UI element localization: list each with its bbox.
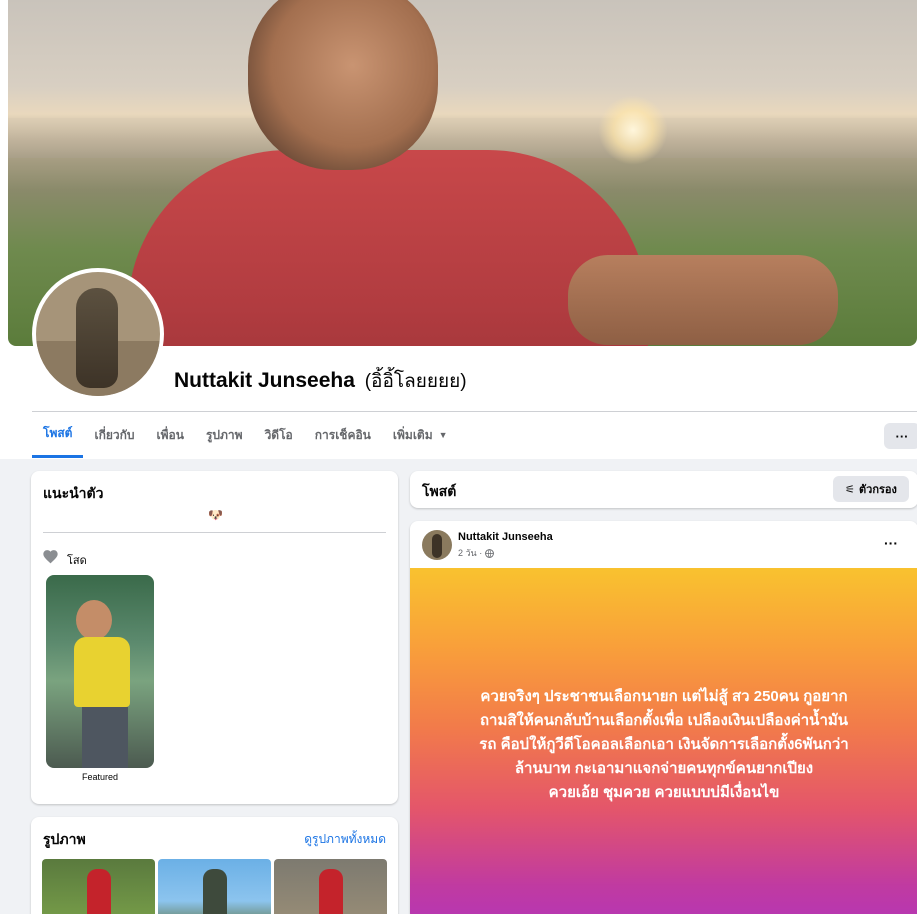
- tab-posts[interactable]: โพสต์: [32, 412, 84, 458]
- featured-label: Featured: [81, 772, 119, 782]
- tab-label: การเช็คอิน: [314, 427, 371, 442]
- profile-tabs: โพสต์ เกี่ยวกับ เพื่อน รูปภาพ วิดีโอ การ…: [32, 412, 459, 458]
- posts-title: โพสต์: [422, 483, 457, 499]
- post-author-avatar[interactable]: [422, 530, 452, 560]
- tab-label: วิดีโอ: [264, 427, 293, 442]
- photo-thumbnail[interactable]: [158, 859, 271, 914]
- relationship-status: โสด: [67, 555, 87, 567]
- featured-photo[interactable]: [46, 575, 154, 768]
- profile-header: Nuttakit Junseeha (อิ้อิ้โลยยยย) โพสต์ เ…: [0, 0, 917, 459]
- post-text-line: ควยจริงๆ ประชาชนเลือกนายก แต่ไม่สู้ สว 2…: [480, 688, 848, 705]
- post-meta: 2 วัน ·: [458, 546, 495, 560]
- post-text-line: ถามสิให้คนกลับบ้านเลือกตั้งเพื่อ เปลืองเ…: [479, 712, 849, 729]
- intro-divider: [43, 532, 386, 533]
- profile-more-button[interactable]: ···: [884, 423, 917, 449]
- filter-button[interactable]: ⚟ ตัวกรอง: [833, 476, 909, 502]
- avatar-dog: [432, 534, 442, 558]
- bio-emoji: 🐶: [208, 508, 223, 522]
- cover-sun: [598, 95, 668, 165]
- filter-label: ตัวกรอง: [859, 484, 897, 496]
- tab-friends[interactable]: เพื่อน: [146, 412, 195, 458]
- caret-down-icon: ▼: [438, 430, 448, 440]
- post-card: Nuttakit Junseeha 2 วัน · ··· ควยจริงๆ ป…: [410, 521, 917, 914]
- tab-label: เพิ่มเติม: [392, 427, 433, 442]
- photo-thumbnail[interactable]: [274, 859, 387, 914]
- post-text-line: รถ คือบ่ให้กูวีดีโอคอลเลือกเอา เงินจัดกา…: [479, 736, 849, 753]
- post-author-name[interactable]: Nuttakit Junseeha: [458, 531, 553, 543]
- featured-vest: [74, 637, 130, 707]
- photos-card: รูปภาพ ดูรูปภาพทั้งหมด: [31, 817, 398, 914]
- cover-person-arm: [568, 255, 838, 345]
- tab-videos[interactable]: วิดีโอ: [254, 412, 304, 458]
- filter-icon: ⚟: [845, 483, 855, 496]
- post-time[interactable]: 2 วัน ·: [458, 546, 482, 560]
- photo-thumbnail[interactable]: [42, 859, 155, 914]
- tab-more[interactable]: เพิ่มเติม ▼: [382, 412, 459, 458]
- intro-title: แนะนำตัว: [43, 485, 104, 501]
- thumb-figure: [203, 869, 227, 914]
- see-all-photos-link[interactable]: ดูรูปภาพทั้งหมด: [304, 830, 386, 849]
- avatar-dog: [76, 288, 118, 388]
- post-background-banner: ควยจริงๆ ประชาชนเลือกนายก แต่ไม่สู้ สว 2…: [410, 568, 917, 914]
- globe-icon: [485, 548, 495, 558]
- cover-person-head: [248, 0, 438, 170]
- featured-face: [76, 600, 112, 640]
- intro-card: แนะนำตัว 🐶 โสด Featured: [31, 471, 398, 804]
- tab-label: เพื่อน: [156, 427, 184, 442]
- profile-name: Nuttakit Junseeha (อิ้อิ้โลยยยย): [174, 366, 467, 396]
- profile-nickname: (อิ้อิ้โลยยยย): [364, 371, 467, 392]
- photos-title: รูปภาพ: [43, 831, 86, 847]
- tab-photos[interactable]: รูปภาพ: [195, 412, 254, 458]
- posts-header: โพสต์ ⚟ ตัวกรอง: [410, 471, 917, 508]
- post-text: ควยจริงๆ ประชาชนเลือกนายก แต่ไม่สู้ สว 2…: [424, 685, 904, 805]
- tab-label: รูปภาพ: [205, 427, 243, 442]
- featured-legs: [82, 707, 128, 768]
- thumb-figure: [319, 869, 343, 914]
- tab-label: เกี่ยวกับ: [94, 427, 135, 442]
- tab-about[interactable]: เกี่ยวกับ: [83, 412, 145, 458]
- thumb-figure: [87, 869, 111, 914]
- tab-label: โพสต์: [43, 426, 73, 440]
- tab-checkins[interactable]: การเช็คอิน: [304, 412, 382, 458]
- post-text-line: ล้านบาท กะเอามาแจกจ่ายคนทุกข์คนยากเปียง: [514, 760, 814, 777]
- profile-avatar[interactable]: [32, 268, 164, 400]
- post-menu-button[interactable]: ···: [884, 535, 898, 551]
- profile-name-text: Nuttakit Junseeha: [174, 369, 355, 392]
- heart-icon: [43, 550, 58, 564]
- post-text-line: ควยเอ้ย ชุมควย ควยแบบบ่มีเงื่อนไข: [548, 784, 780, 801]
